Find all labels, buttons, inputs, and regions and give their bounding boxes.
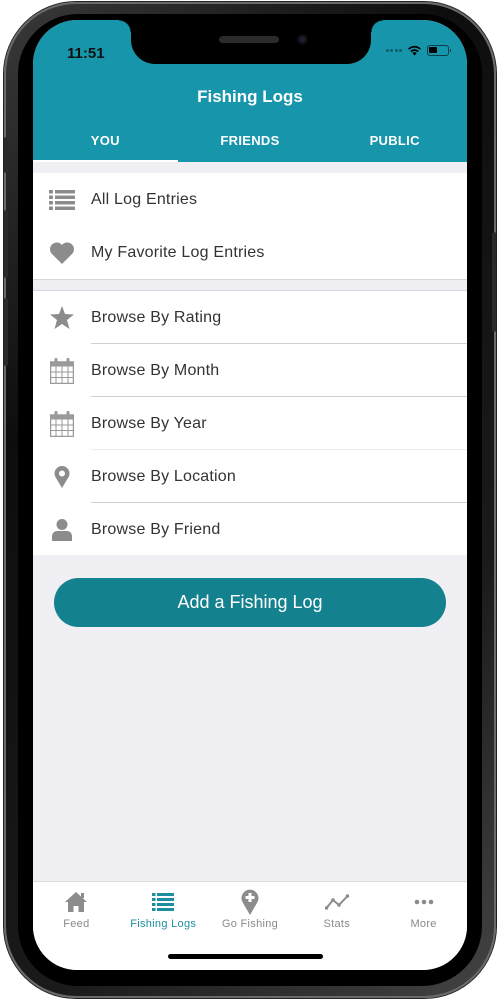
map-pin-icon xyxy=(33,465,91,488)
tabbar-item-feed[interactable]: Feed xyxy=(33,882,120,970)
tabbar-label: Stats xyxy=(323,918,351,930)
list-item-label: Browse By Month xyxy=(91,361,220,379)
list-item-browse-by-month[interactable]: Browse By Month xyxy=(33,344,467,397)
add-fishing-log-button[interactable]: Add a Fishing Log xyxy=(54,578,446,627)
volume-down-button xyxy=(4,298,8,366)
tabbar-item-more[interactable]: More xyxy=(380,882,467,970)
volume-up-button xyxy=(4,210,8,278)
mute-switch xyxy=(4,137,8,173)
notch xyxy=(119,20,383,64)
status-indicators xyxy=(385,45,451,56)
list-item-label: Browse By Year xyxy=(91,414,207,432)
nav-header: 11:51 Fishing Logs YOU FRIENDS PUBLIC xyxy=(33,20,467,162)
tab-public[interactable]: PUBLIC xyxy=(322,126,467,162)
wifi-icon xyxy=(408,45,421,56)
calendar-icon xyxy=(33,410,91,437)
list-item-label: Browse By Location xyxy=(91,467,237,485)
list-item-label: Browse By Rating xyxy=(91,308,222,326)
home-icon xyxy=(65,890,88,914)
list-item-browse-by-friend[interactable]: Browse By Friend xyxy=(33,503,467,556)
map-pin-plus-icon xyxy=(241,889,259,915)
segment-tabs: YOU FRIENDS PUBLIC xyxy=(33,126,467,162)
status-time: 11:51 xyxy=(67,45,105,62)
more-dots-icon xyxy=(414,890,434,914)
tab-you[interactable]: YOU xyxy=(33,126,178,162)
tabbar-label: Fishing Logs xyxy=(130,918,197,930)
home-indicator[interactable] xyxy=(168,954,323,959)
list-item-browse-by-year[interactable]: Browse By Year xyxy=(33,397,467,450)
calendar-icon xyxy=(33,357,91,384)
list-item-label: My Favorite Log Entries xyxy=(91,243,265,261)
camera xyxy=(297,34,308,45)
tabbar-label: Feed xyxy=(63,918,90,930)
list-icon xyxy=(33,189,91,210)
list-item-browse-by-location[interactable]: Browse By Location xyxy=(33,450,467,503)
cellular-signal-icon xyxy=(385,49,402,52)
star-icon xyxy=(33,306,91,329)
list-icon xyxy=(152,890,175,914)
tabbar-label: More xyxy=(410,918,437,930)
power-button xyxy=(492,232,496,332)
battery-icon xyxy=(427,45,451,56)
list-item-label: All Log Entries xyxy=(91,190,198,208)
my-entries-section: All Log Entries My Favorite Log Entries xyxy=(33,173,467,280)
speaker xyxy=(219,36,279,43)
person-icon xyxy=(33,518,91,541)
tab-friends[interactable]: FRIENDS xyxy=(178,126,323,162)
list-item-browse-by-rating[interactable]: Browse By Rating xyxy=(33,291,467,344)
list-item-label: Browse By Friend xyxy=(91,520,221,538)
tabbar-label: Go Fishing xyxy=(221,918,279,930)
line-chart-icon xyxy=(324,890,349,914)
list-item-all-log-entries[interactable]: All Log Entries xyxy=(33,173,467,226)
app-screen: 11:51 Fishing Logs YOU FRIENDS PUBLIC Al… xyxy=(33,20,467,970)
page-title: Fishing Logs xyxy=(197,87,303,106)
list-item-favorite-log-entries[interactable]: My Favorite Log Entries xyxy=(33,226,467,279)
browse-section: Browse By Rating Browse By Month Browse … xyxy=(33,290,467,555)
heart-icon xyxy=(33,241,91,265)
